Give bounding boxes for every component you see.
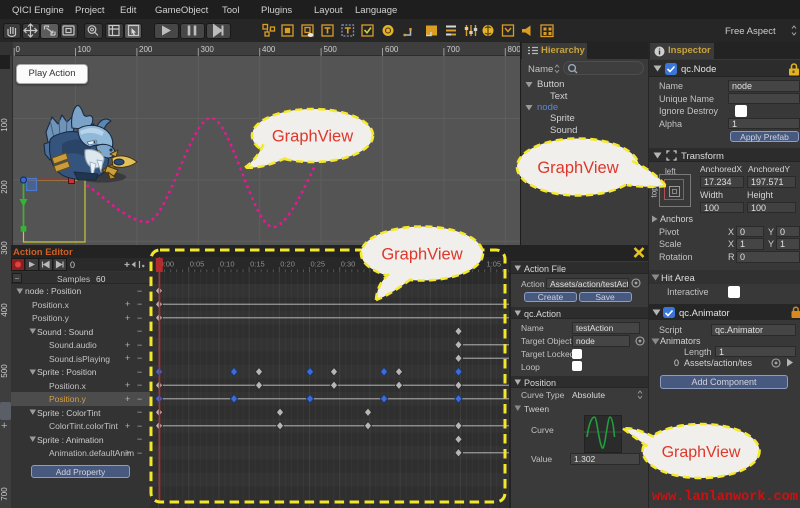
svg-text:0:20: 0:20 (280, 260, 295, 269)
svg-text:0:40: 0:40 (401, 260, 416, 269)
svg-text:1:05: 1:05 (487, 260, 502, 269)
svg-text:Free Aspect: Free Aspect (725, 26, 776, 37)
svg-text:0:05: 0:05 (190, 260, 205, 269)
svg-text:0:15: 0:15 (250, 260, 265, 269)
svg-text:0: 0 (70, 260, 75, 270)
svg-text:0:10: 0:10 (220, 260, 235, 269)
svg-text:0:30: 0:30 (341, 260, 356, 269)
svg-text:0:35: 0:35 (371, 260, 386, 269)
svg-text:0:25: 0:25 (311, 260, 326, 269)
